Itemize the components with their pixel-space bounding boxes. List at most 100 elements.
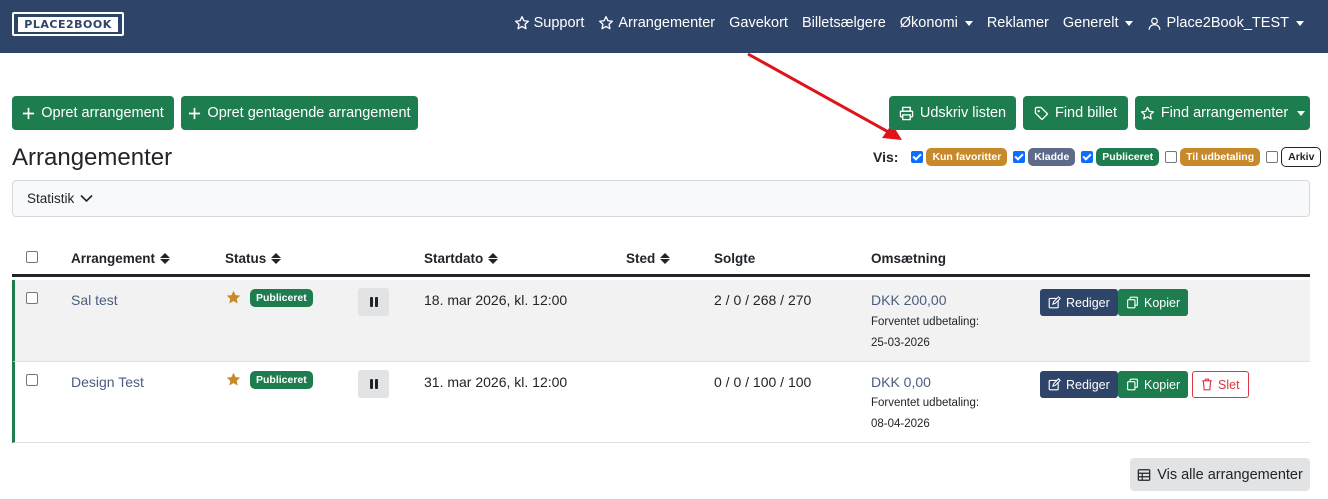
nav-item-label: Support — [533, 15, 585, 31]
filter-checkbox-archive[interactable] — [1266, 151, 1279, 163]
copy-icon — [1127, 296, 1138, 309]
status-badge: Publiceret — [250, 371, 313, 389]
sold-count: 2 / 0 / 268 / 270 — [714, 292, 812, 308]
nav-item-okonomi[interactable]: Økonomi — [900, 15, 973, 31]
nav-item-label: Generelt — [1062, 15, 1119, 31]
filter-checkbox-draft[interactable] — [1013, 151, 1026, 163]
copy-button[interactable]: Kopier — [1118, 289, 1189, 316]
statistics-toggle[interactable]: Statistik — [12, 180, 1310, 217]
plus-icon — [23, 107, 35, 119]
revenue-link[interactable]: DKK 0,00 — [871, 374, 931, 390]
nav-item-reklamer[interactable]: Reklamer — [987, 15, 1049, 31]
header-label: Arrangement — [71, 251, 156, 266]
select-all-checkbox[interactable] — [26, 251, 38, 263]
favorite-star-icon[interactable] — [225, 371, 242, 388]
button-label: Kopier — [1144, 377, 1181, 392]
button-label: Find billet — [1054, 105, 1118, 121]
favorite-star-icon[interactable] — [225, 289, 242, 306]
caret-down-icon — [1297, 110, 1306, 116]
edit-icon — [1048, 378, 1061, 391]
create-event-button[interactable]: Opret arrangement — [12, 96, 174, 130]
payout-label: Forventet udbetaling: — [871, 316, 980, 328]
delete-button[interactable]: Slet — [1192, 371, 1249, 398]
edit-button[interactable]: Rediger — [1040, 289, 1118, 316]
logo-text: PLACE2BOOK — [18, 16, 118, 32]
statistics-label: Statistik — [27, 191, 75, 206]
header-status[interactable]: Status — [225, 251, 282, 266]
filter-checkbox-payout[interactable] — [1165, 151, 1178, 163]
header-label: Solgte — [714, 251, 756, 266]
copy-button[interactable]: Kopier — [1118, 371, 1189, 398]
caret-down-icon — [1125, 20, 1134, 26]
status-badge: Publiceret — [250, 289, 313, 307]
table-icon — [1137, 468, 1151, 481]
nav-item-label: Arrangementer — [618, 15, 716, 31]
filter-badge-published: Publiceret — [1096, 148, 1160, 166]
revenue-link[interactable]: DKK 200,00 — [871, 292, 947, 308]
filter-badge-payout: Til udbetaling — [1180, 148, 1261, 166]
table-row: Sal test Publiceret 18. mar 2026, kl. 12… — [12, 280, 1310, 362]
star-icon — [599, 16, 614, 30]
tag-icon — [1034, 106, 1049, 120]
find-ticket-button[interactable]: Find billet — [1023, 96, 1128, 130]
row-checkbox[interactable] — [26, 374, 38, 386]
header-place[interactable]: Sted — [626, 251, 671, 266]
header-label: Startdato — [424, 251, 484, 266]
nav-item-billetsaelgere[interactable]: Billetsælgere — [802, 15, 886, 31]
filter-badge-favorites: Kun favoritter — [926, 148, 1008, 166]
table-header: Arrangement Status Startdato Sted Solgte… — [12, 241, 1310, 277]
sort-icon — [488, 253, 499, 264]
nav-item-label: Place2Book_TEST — [1166, 15, 1289, 31]
pause-icon — [369, 379, 373, 389]
nav-item-gavekort[interactable]: Gavekort — [729, 15, 788, 31]
pause-sales-button[interactable] — [358, 370, 389, 398]
button-label: Vis alle arrangementer — [1157, 466, 1303, 483]
nav-item-label: Økonomi — [899, 15, 958, 31]
row-checkbox[interactable] — [26, 292, 38, 304]
header-start[interactable]: Startdato — [424, 251, 499, 266]
button-label: Opret arrangement — [41, 105, 164, 121]
event-name-link[interactable]: Sal test — [71, 292, 118, 308]
button-label: Rediger — [1066, 377, 1110, 392]
place2book-logo[interactable]: PLACE2BOOK — [12, 12, 124, 36]
header-event[interactable]: Arrangement — [71, 251, 171, 266]
sort-icon — [160, 253, 171, 264]
filter-row: Vis: Kun favoritter Kladde Publiceret Ti… — [873, 147, 1324, 167]
create-recurring-event-button[interactable]: Opret gentagende arrangement — [181, 96, 418, 130]
pause-sales-button[interactable] — [358, 288, 389, 316]
find-events-dropdown[interactable]: Find arrangementer — [1135, 96, 1310, 130]
nav-item-generelt[interactable]: Generelt — [1063, 15, 1134, 31]
chevron-down-icon — [80, 194, 93, 203]
sort-icon — [271, 253, 282, 264]
edit-icon — [1048, 296, 1061, 309]
button-label: Find arrangementer — [1160, 105, 1289, 121]
header-label: Sted — [626, 251, 656, 266]
page-title: Arrangementer — [12, 144, 173, 171]
payout-date: 25-03-2026 — [871, 337, 930, 349]
nav-item-user[interactable]: Place2Book_TEST — [1147, 15, 1304, 31]
pause-icon — [369, 297, 373, 307]
printer-icon — [899, 106, 914, 120]
print-list-button[interactable]: Udskriv listen — [889, 96, 1016, 130]
nav-item-label: Reklamer — [986, 15, 1049, 31]
trash-icon — [1202, 378, 1212, 391]
edit-button[interactable]: Rediger — [1040, 371, 1118, 398]
nav-menu: Support Arrangementer Gavekort Billetsæl… — [514, 0, 1304, 46]
event-name-link[interactable]: Design Test — [71, 374, 144, 390]
filter-checkbox-favorites[interactable] — [911, 151, 924, 163]
button-label: Kopier — [1144, 295, 1181, 310]
caret-down-icon — [964, 20, 973, 26]
red-annotation-arrow — [747, 52, 902, 140]
button-label: Opret gentagende arrangement — [207, 105, 411, 121]
nav-item-arrangementer[interactable]: Arrangementer — [598, 15, 715, 31]
nav-item-label: Billetsælgere — [801, 15, 886, 31]
caret-down-icon — [1296, 20, 1304, 26]
star-icon — [1140, 106, 1154, 119]
header-label: Omsætning — [871, 251, 947, 266]
start-date: 31. mar 2026, kl. 12:00 — [424, 374, 568, 390]
button-label: Udskriv listen — [919, 105, 1007, 121]
start-date: 18. mar 2026, kl. 12:00 — [424, 292, 568, 308]
show-all-events-button[interactable]: Vis alle arrangementer — [1130, 458, 1310, 491]
nav-item-support[interactable]: Support — [514, 15, 585, 31]
filter-checkbox-published[interactable] — [1081, 151, 1094, 163]
